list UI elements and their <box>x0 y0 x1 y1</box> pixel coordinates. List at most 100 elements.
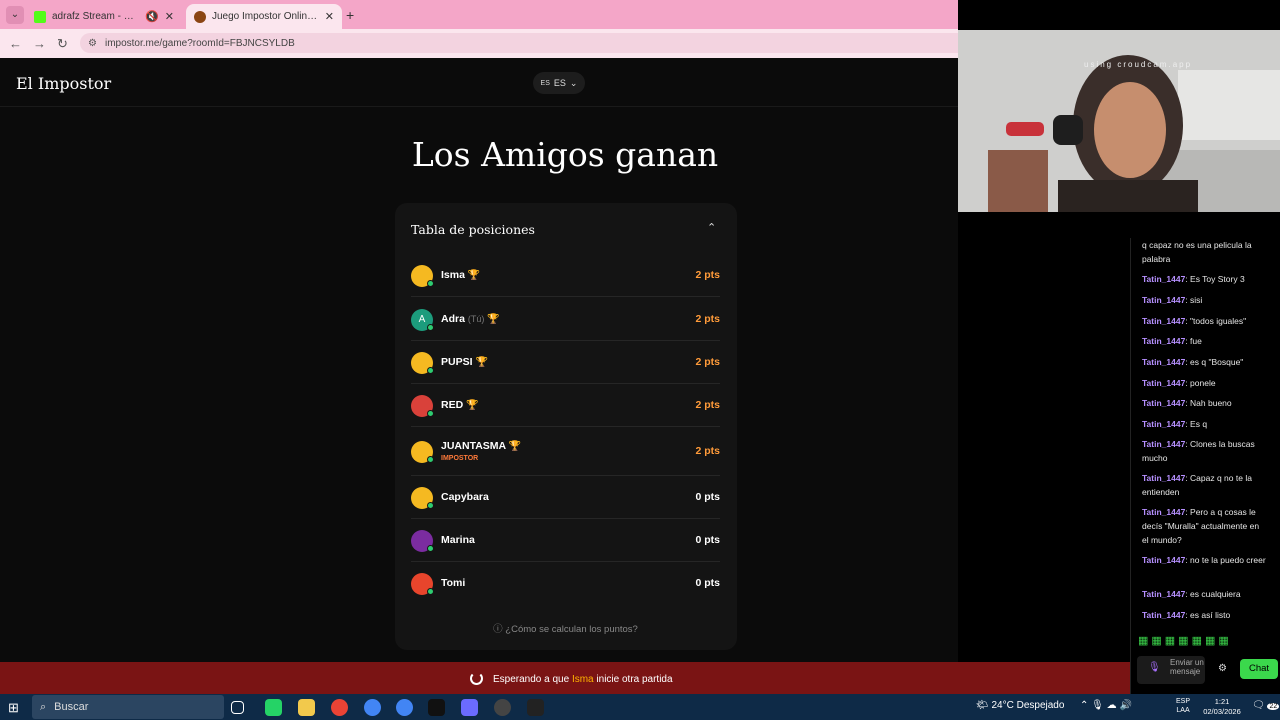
chat-text: : ponele <box>1185 378 1216 388</box>
language-selector[interactable]: ES ES ⌄ <box>533 72 585 94</box>
player-points: 0 pts <box>695 576 720 589</box>
address-bar[interactable]: ⚙ impostor.me/game?roomId=FBJNCSYLDB <box>80 33 958 53</box>
input-language-layout: LAA <box>1176 707 1190 714</box>
url-text: impostor.me/game?roomId=FBJNCSYLDB <box>104 37 295 49</box>
chat-username[interactable]: Tatin_1447 <box>1142 610 1185 620</box>
waiting-message: Esperando a que Isma inicie otra partida <box>493 674 673 685</box>
system-tray[interactable]: ⌃ 🎙 ☁ 🔊 <box>1080 700 1132 711</box>
search-icon: ⌕ <box>40 700 47 713</box>
webcam-image <box>958 30 1280 212</box>
task-view-icon[interactable] <box>231 701 244 714</box>
back-icon[interactable]: ← <box>9 36 22 51</box>
waiting-suffix: inicie otra partida <box>596 674 673 685</box>
close-tab-icon[interactable]: ✕ <box>165 10 174 23</box>
taskbar-search[interactable]: ⌕ Buscar <box>32 695 224 719</box>
chevron-up-icon[interactable]: ⌃ <box>707 221 716 234</box>
gear-icon[interactable]: ⚙ <box>1218 663 1227 674</box>
emote-bar[interactable]: ▦▦▦▦▦▦▦ <box>1138 634 1268 650</box>
leaderboard-row: Tomi 0 pts <box>411 562 720 605</box>
input-language-code: ESP <box>1176 698 1191 705</box>
tab-impostor-game[interactable]: Juego Impostor Online Gratis ✕ <box>186 4 342 29</box>
chat-username[interactable]: Tatin_1447 <box>1142 439 1185 449</box>
spinner-icon <box>470 672 483 685</box>
mic-tray-icon[interactable]: 🎙 <box>1091 700 1104 711</box>
kick-icon <box>34 10 46 23</box>
language-label: ES <box>553 78 566 88</box>
app-icon[interactable] <box>527 699 544 716</box>
player-points: 2 pts <box>695 268 720 281</box>
chat-username[interactable]: Tatin_1447 <box>1142 419 1185 429</box>
points-help-link[interactable]: ⓘ ¿Cómo se calculan los puntos? <box>411 621 720 635</box>
tiktok-icon[interactable] <box>428 699 445 716</box>
online-status-dot <box>427 279 434 287</box>
chat-message: Tatin_1447: sisi <box>1142 293 1267 307</box>
chat-username[interactable]: Tatin_1447 <box>1142 555 1185 565</box>
chat-message: Tatin_1447: Capaz q no te la entienden <box>1142 471 1267 499</box>
leaderboard-row: PUPSI 🏆 2 pts <box>411 341 720 384</box>
leaderboard-row: Marina 0 pts <box>411 519 720 562</box>
taskbar-clock[interactable]: 1:21 02/03/2026 <box>1200 697 1244 717</box>
impostor-icon <box>194 10 206 23</box>
player-name: Adra (Tú) 🏆 <box>441 313 500 325</box>
volume-icon[interactable]: 🔊 <box>1119 700 1131 711</box>
chat-username[interactable]: Tatin_1447 <box>1142 473 1185 483</box>
chevron-up-icon[interactable]: ⌃ <box>1080 700 1088 711</box>
leaderboard-row: RED 🏆 2 pts <box>411 384 720 427</box>
close-tab-icon[interactable]: ✕ <box>325 10 334 23</box>
online-status-dot <box>427 587 434 595</box>
tab-title: Juego Impostor Online Gratis <box>212 11 319 22</box>
chat-username[interactable]: Tatin_1447 <box>1142 589 1185 599</box>
leaderboard-row: JUANTASMA 🏆 IMPOSTOR 2 pts <box>411 427 720 476</box>
chat-message: Tatin_1447: "todos iguales" <box>1142 314 1267 328</box>
chat-username[interactable]: Tatin_1447 <box>1142 336 1185 346</box>
chat-username[interactable]: Tatin_1447 <box>1142 507 1185 517</box>
weather-icon: 🌤 <box>976 700 989 711</box>
chrome-alt-icon[interactable] <box>396 699 413 716</box>
mute-icon[interactable]: 🔇 <box>145 10 159 23</box>
points-help-text: ¿Cómo se calculan los puntos? <box>505 624 638 635</box>
chat-text: : fue <box>1185 336 1202 346</box>
tab-kick-stream[interactable]: adrafz Stream - Watch Live 🔇 ✕ <box>26 4 182 29</box>
chat-username[interactable]: Tatin_1447 <box>1142 378 1185 388</box>
obs-icon[interactable] <box>461 699 478 716</box>
chat-text: : Es q <box>1185 419 1208 429</box>
chat-username[interactable]: Tatin_1447 <box>1142 357 1185 367</box>
network-icon[interactable]: ☁ <box>1107 700 1117 711</box>
whatsapp-icon[interactable] <box>265 699 282 716</box>
chat-username[interactable]: Tatin_1447 <box>1142 398 1185 408</box>
notification-count: 22 <box>1267 703 1280 710</box>
chat-message: Tatin_1447: Es q <box>1142 417 1267 431</box>
chat-message: Tatin_1447: Es Toy Story 3 <box>1142 272 1267 286</box>
file-explorer-icon[interactable] <box>298 699 315 716</box>
windows-start-icon[interactable]: ⊞ <box>8 700 19 716</box>
chat-message: q capaz no es una pelicula la palabra <box>1142 238 1267 266</box>
app-title[interactable]: El Impostor <box>16 74 111 93</box>
chat-message: Tatin_1447: ponele <box>1142 376 1267 390</box>
chrome-profile-icon[interactable] <box>331 699 348 716</box>
clock-time: 1:21 <box>1214 697 1230 706</box>
chrome-webcam-icon[interactable] <box>494 699 511 716</box>
chat-username[interactable]: Tatin_1447 <box>1142 274 1185 284</box>
mic-icon[interactable]: 🎙 <box>1148 662 1161 673</box>
reload-icon[interactable]: ↻ <box>57 36 68 52</box>
notification-center[interactable]: 🗨 22 <box>1252 700 1280 711</box>
chevron-down-icon: ⌄ <box>569 77 578 88</box>
input-language[interactable]: ESP LAA <box>1176 697 1190 715</box>
chat-username[interactable]: Tatin_1447 <box>1142 295 1185 305</box>
online-status-dot <box>427 544 434 552</box>
chat-send-button[interactable]: Chat <box>1240 659 1278 679</box>
chrome-icon[interactable] <box>364 699 381 716</box>
player-name: Tomi <box>441 577 465 589</box>
forward-icon[interactable]: → <box>33 36 46 51</box>
chat-message: Tatin_1447: fue <box>1142 334 1267 348</box>
weather-widget[interactable]: 🌤 24°C Despejado <box>976 700 1064 711</box>
chat-username[interactable]: Tatin_1447 <box>1142 316 1185 326</box>
chat-message: Tatin_1447: Clones la buscas mucho <box>1142 437 1267 465</box>
player-points: 2 pts <box>695 398 720 411</box>
leaderboard-title: Tabla de posiciones <box>411 222 535 237</box>
site-info-icon[interactable]: ⚙ <box>88 38 97 49</box>
tab-search-button[interactable]: ⌄ <box>6 6 24 24</box>
online-status-dot <box>427 501 434 509</box>
new-tab-button[interactable]: + <box>346 7 354 23</box>
player-name-text: JUANTASMA <box>441 439 506 452</box>
